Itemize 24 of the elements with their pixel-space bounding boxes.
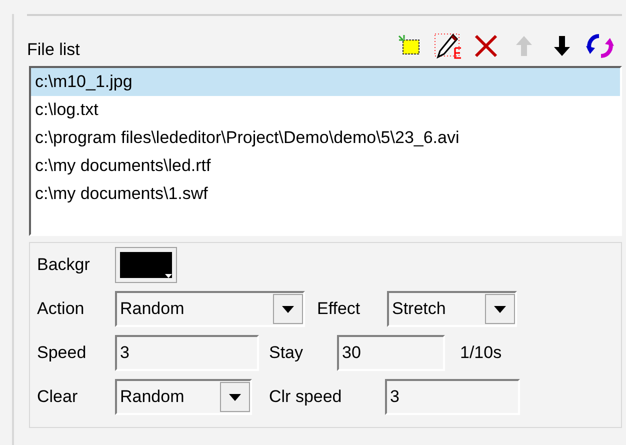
combo-value: Random [119,386,186,408]
field-label: Effect [317,298,362,320]
file-list-item[interactable]: c:\m10_1.jpg [31,68,620,96]
combo-value: Random [119,298,186,320]
clear-speed-field[interactable]: 3 [385,379,520,415]
color-swatch[interactable] [115,247,177,283]
field-label: Stay [269,342,304,364]
section-title: File list [27,38,80,60]
field-label: Clr speed [269,386,343,408]
field-label: Clear [37,386,79,408]
speed-field[interactable]: 3 [115,335,259,371]
unit-label: 1/10s [460,342,502,364]
field-label: Speed [37,342,88,364]
file-list-item[interactable]: c:\my documents\led.rtf [31,152,620,180]
combo-value: Stretch [391,298,447,320]
file-list-item[interactable]: c:\program files\lededitor\Project\Demo\demo\5\23_6.avi [31,124,620,152]
clear-dropdown[interactable]: Random [115,379,252,415]
field-label: Action [37,298,86,320]
file-list-item[interactable]: c:\my documents\1.swf [31,180,620,208]
effect-dropdown[interactable]: Stretch [387,291,517,327]
action-dropdown[interactable]: Random [115,291,305,327]
stay-field[interactable]: 30 [337,335,445,371]
field-label: Backgr [37,254,91,276]
file-list-item[interactable]: c:\log.txt [31,96,620,124]
